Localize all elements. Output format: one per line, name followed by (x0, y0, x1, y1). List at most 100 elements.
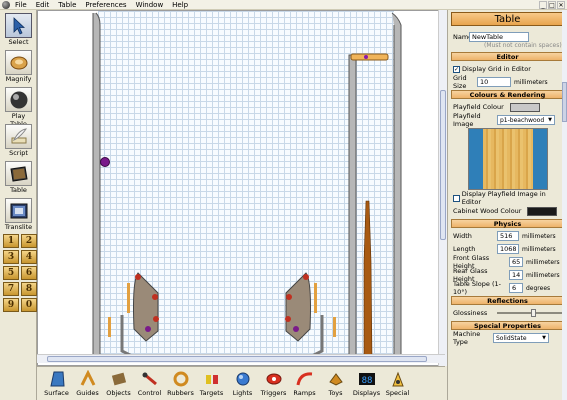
tool-targets[interactable]: Targets (196, 367, 227, 400)
number-button-5[interactable]: 5 (3, 266, 19, 280)
grid-size-row: Grid Size millimeters (453, 74, 562, 90)
post-left[interactable] (100, 157, 110, 167)
cabinet-colour-swatch[interactable] (527, 206, 558, 216)
special-properties-header[interactable]: Special Properties (451, 321, 564, 330)
sling-post[interactable] (293, 326, 299, 332)
front-glass-input[interactable] (509, 257, 523, 267)
canvas-vertical-scrollbar[interactable] (438, 10, 447, 366)
menu-table[interactable]: Table (58, 0, 76, 10)
menu-preferences[interactable]: Preferences (85, 0, 126, 10)
slope-input[interactable] (509, 283, 523, 293)
tool-table-label: Table (10, 186, 27, 194)
tool-rubbers-label: Rubbers (167, 389, 194, 397)
tool-displays[interactable]: 88 Displays (351, 367, 382, 400)
tool-script[interactable]: Script (3, 124, 34, 157)
right-wall[interactable] (391, 12, 402, 358)
tool-rubbers[interactable]: Rubbers (165, 367, 196, 400)
tool-triggers[interactable]: Triggers (258, 367, 289, 400)
right-inlane-guide[interactable] (314, 283, 317, 313)
sling-post[interactable] (152, 294, 158, 300)
tool-ramps-label: Ramps (293, 389, 316, 397)
sling-post[interactable] (135, 274, 141, 280)
canvas-horizontal-scrollbar[interactable] (37, 354, 445, 363)
maximize-button[interactable]: □ (548, 1, 556, 9)
tool-ramps[interactable]: Ramps (289, 367, 320, 400)
physics-header[interactable]: Physics (451, 219, 564, 228)
menu-edit[interactable]: Edit (36, 0, 50, 10)
sling-post[interactable] (153, 316, 159, 322)
playfield-drawing (92, 12, 402, 361)
number-button-9[interactable]: 9 (3, 298, 19, 312)
display-image-checkbox[interactable] (453, 194, 460, 202)
tool-magnify[interactable]: Magnify (3, 50, 34, 83)
close-button[interactable]: ✕ (557, 1, 565, 9)
tool-control[interactable]: Control (134, 367, 165, 400)
pinball-icon (5, 87, 32, 112)
rear-glass-input[interactable] (509, 270, 523, 280)
number-button-2[interactable]: 2 (21, 234, 37, 248)
left-outlane-guide[interactable] (108, 317, 111, 337)
toolbox: Select Magnify Play Table Script Table T… (0, 10, 37, 400)
right-outlane-guide[interactable] (333, 317, 336, 337)
slider-thumb[interactable] (530, 309, 536, 317)
name-input[interactable] (469, 32, 529, 42)
machine-type-select[interactable]: SolidState ▼ (493, 333, 549, 343)
number-button-3[interactable]: 3 (3, 250, 19, 264)
scroll-thumb[interactable] (47, 356, 427, 362)
playfield-colour-swatch[interactable] (509, 102, 540, 112)
displays-icon: 88 (357, 369, 377, 389)
sling-post[interactable] (303, 274, 309, 280)
table-canvas[interactable] (37, 10, 445, 366)
panel-scrollbar[interactable] (562, 10, 567, 400)
grid-size-input[interactable] (477, 77, 511, 87)
element-toolbar: Surface Guides Objects Control Rubbers T… (37, 366, 445, 400)
tool-select[interactable]: Select (3, 13, 34, 46)
menu-file[interactable]: File (15, 0, 27, 10)
colours-header[interactable]: Colours & Rendering (451, 90, 564, 99)
minimize-button[interactable]: _ (539, 1, 547, 9)
tool-surface[interactable]: Surface (41, 367, 72, 400)
plunger-lane-wall[interactable] (348, 54, 357, 360)
tool-control-label: Control (137, 389, 162, 397)
width-input[interactable] (497, 231, 519, 241)
editor-header[interactable]: Editor (451, 52, 564, 61)
left-wall[interactable] (92, 12, 101, 358)
gate-post[interactable] (364, 55, 368, 59)
app-icon[interactable] (2, 0, 10, 9)
length-input[interactable] (497, 244, 519, 254)
number-button-7[interactable]: 7 (3, 282, 19, 296)
playfield-image-select[interactable]: p1-beachwood ▼ (497, 115, 555, 125)
menu-window[interactable]: Window (136, 0, 164, 10)
left-inlane-guide[interactable] (127, 283, 130, 313)
tool-table[interactable]: Table (3, 161, 34, 194)
tool-toys[interactable]: Toys (320, 367, 351, 400)
magnifier-icon (5, 50, 32, 75)
scroll-thumb[interactable] (562, 82, 567, 122)
tool-triggers-label: Triggers (260, 389, 287, 397)
scroll-thumb[interactable] (440, 90, 446, 240)
tool-special[interactable]: Special (382, 367, 413, 400)
menu-help[interactable]: Help (172, 0, 188, 10)
plunger[interactable] (363, 200, 373, 360)
playfield-colour-label: Playfield Colour (453, 103, 504, 111)
sling-post[interactable] (285, 316, 291, 322)
tool-translite[interactable]: Translite (3, 198, 34, 231)
playfield-colour-row: Playfield Colour (453, 102, 562, 112)
display-grid-checkbox[interactable]: ✓ (453, 65, 460, 73)
machine-type-label: Machine Type (453, 330, 481, 346)
lane-gate[interactable] (350, 53, 389, 61)
number-button-6[interactable]: 6 (21, 266, 37, 280)
tool-objects[interactable]: Objects (103, 367, 134, 400)
number-button-0[interactable]: 0 (21, 298, 37, 312)
sling-post[interactable] (145, 326, 151, 332)
reflections-header[interactable]: Reflections (451, 296, 564, 305)
sling-post[interactable] (286, 294, 292, 300)
tool-lights[interactable]: Lights (227, 367, 258, 400)
tool-play-table[interactable]: Play Table (3, 87, 34, 128)
tool-guides[interactable]: Guides (72, 367, 103, 400)
number-button-8[interactable]: 8 (21, 282, 37, 296)
glossiness-slider[interactable] (497, 309, 564, 317)
number-button-1[interactable]: 1 (3, 234, 19, 248)
number-button-4[interactable]: 4 (21, 250, 37, 264)
tool-special-label: Special (385, 389, 410, 397)
